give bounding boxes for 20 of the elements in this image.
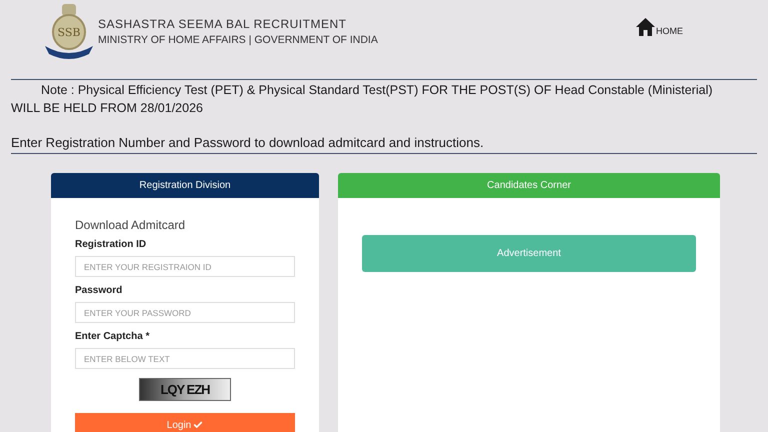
captcha-image: LQY EZH [139,378,231,401]
check-icon [193,420,204,430]
note-text: Note : Physical Efficiency Test (PET) & Physical Standard Test(PST) FOR THE POST(S) OF Head Constable (Ministerial) WILL BE HELD FROM 28/01/2026 [11,82,714,117]
home-icon [636,18,655,36]
login-button[interactable]: Login [75,413,295,432]
input-field[interactable]: ENTER BELOW TEXT [75,348,295,369]
instruction-text: Enter Registration Number and Password to download admitcard and instructions. [11,134,485,152]
field-label: Password [75,284,124,298]
input-field[interactable]: ENTER YOUR REGISTRAION ID [75,256,295,277]
input-field[interactable]: ENTER YOUR PASSWORD [75,302,295,323]
site-subtitle: MINISTRY OF HOME AFFAIRS | GOVERNMENT OF INDIA [98,34,378,47]
panel-header: Candidates Corner [338,173,720,198]
home-link[interactable]: HOME [636,18,683,36]
site-title: SASHASTRA SEEMA BAL RECRUITMENT [98,17,348,31]
panel-header: Registration Division [51,173,319,198]
emblem-logo: SSB [43,2,95,62]
field-label: Registration ID [75,238,148,252]
field-label: Enter Captcha * [75,330,150,344]
advertisement-banner[interactable]: Advertisement [362,235,696,272]
form-title: Download Admitcard [75,217,186,234]
